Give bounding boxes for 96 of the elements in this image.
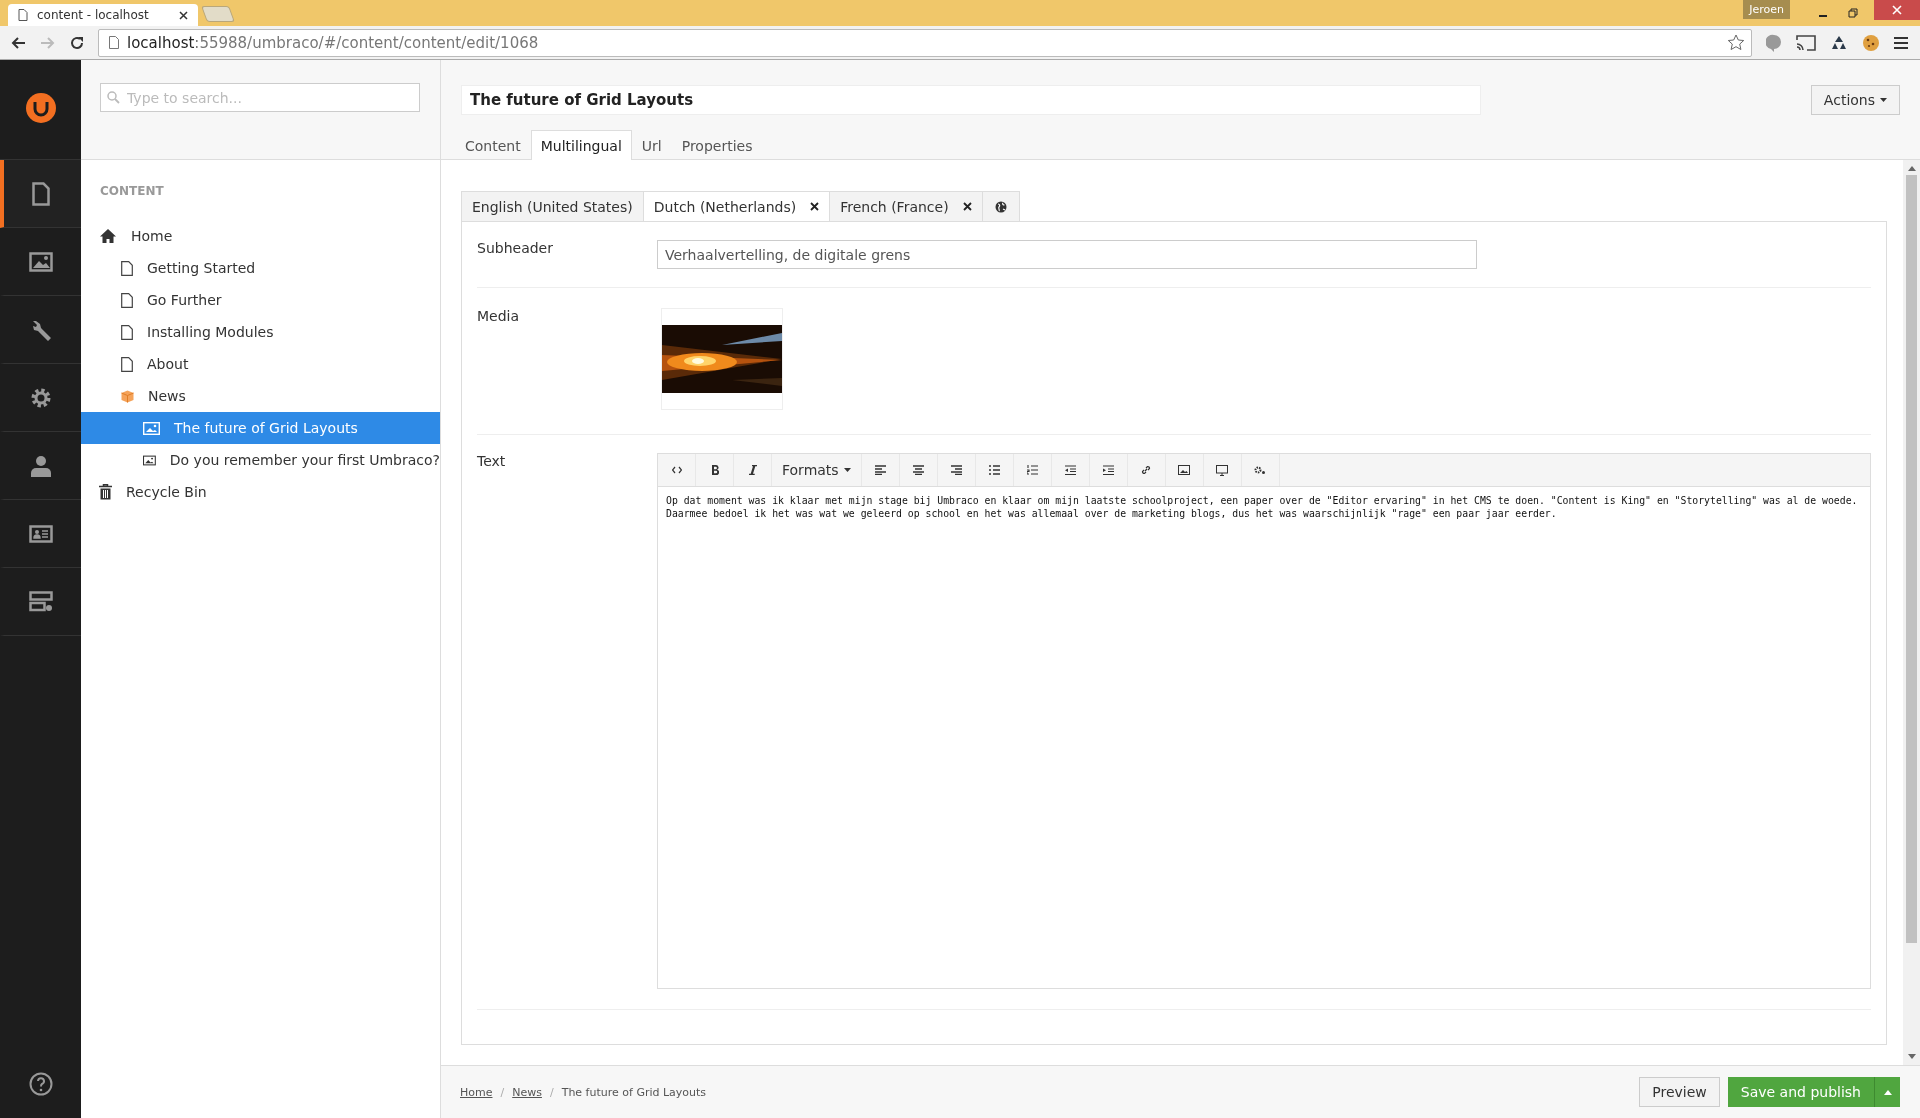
speech-bubble-icon[interactable] [1766, 33, 1782, 52]
restore-icon[interactable] [1848, 8, 1858, 18]
name-field[interactable]: The future of Grid Layouts [461, 85, 1481, 115]
tree-item[interactable]: The future of Grid Layouts [81, 412, 440, 444]
align-right-icon [950, 465, 962, 475]
browser-tab[interactable]: content - localhost [8, 4, 198, 26]
property-label: Media [477, 308, 521, 326]
monitor-icon [1216, 464, 1229, 476]
gears-icon [1254, 465, 1267, 475]
image-icon [28, 251, 53, 272]
cast-icon[interactable] [1796, 34, 1816, 51]
tab[interactable]: Properties [671, 130, 763, 160]
tree-item[interactable]: Do you remember your first Umbraco? [81, 444, 440, 476]
italic-icon [748, 465, 757, 475]
document-icon [18, 9, 28, 21]
search-field[interactable]: Type to search... [100, 83, 420, 112]
scrollbar[interactable] [1903, 160, 1920, 1065]
breadcrumb-separator: / [500, 1085, 505, 1099]
id-card-icon [28, 524, 53, 543]
tab[interactable]: Content [455, 130, 531, 160]
tree-item[interactable]: Getting Started [81, 252, 440, 284]
tree-item[interactable]: Recycle Bin [81, 476, 440, 508]
formats-dropdown[interactable]: Formats [772, 454, 862, 486]
caret-icon [843, 468, 851, 472]
image-icon [1178, 465, 1191, 475]
align-left-icon [874, 465, 886, 475]
breadcrumb-current: The future of Grid Layouts [561, 1085, 707, 1099]
breadcrumb-separator: / [549, 1085, 554, 1099]
add-language-button[interactable] [981, 191, 1020, 221]
publish-options-button[interactable] [1874, 1077, 1900, 1107]
logo[interactable] [25, 92, 56, 123]
indent-icon [1102, 465, 1114, 475]
scroll-down-icon[interactable] [1907, 1054, 1916, 1060]
bold-icon [710, 465, 719, 475]
language-label: French (France) [840, 198, 949, 215]
close-icon[interactable] [179, 10, 188, 20]
trash-icon [99, 484, 112, 500]
language-tab[interactable]: Dutch (Netherlands) [642, 191, 830, 221]
tree-item[interactable]: News [81, 380, 440, 412]
language-tab[interactable]: French (France) [829, 191, 982, 221]
close-icon [1892, 5, 1902, 15]
code-icon [671, 466, 682, 474]
user-icon [29, 454, 52, 477]
document-icon [31, 181, 50, 206]
settings-icon [29, 386, 52, 409]
image-icon [143, 421, 160, 435]
section-tab[interactable] [0, 160, 81, 228]
document-icon [121, 324, 133, 340]
breadcrumb-link[interactable]: Home [460, 1085, 493, 1099]
link-icon [1141, 465, 1152, 475]
language-label: Dutch (Netherlands) [653, 198, 797, 215]
close-icon[interactable] [962, 202, 972, 211]
actions-button[interactable]: Actions [1810, 85, 1900, 115]
bullet-list-icon [988, 465, 1000, 475]
close-window-button[interactable] [1874, 0, 1920, 20]
language-label: English (United States) [472, 198, 633, 215]
document-icon [121, 292, 133, 308]
tab[interactable]: Multilingual [530, 130, 632, 160]
tree-item[interactable]: Go Further [81, 284, 440, 316]
tree-item[interactable]: Installing Modules [81, 316, 440, 348]
tab[interactable]: Url [631, 130, 672, 160]
caret-icon [1880, 98, 1887, 102]
menu-icon[interactable] [1894, 35, 1908, 50]
close-icon[interactable] [810, 202, 820, 211]
property-label: Text [477, 453, 507, 471]
property-label: Subheader [477, 240, 554, 258]
scroll-up-icon[interactable] [1907, 165, 1916, 171]
breadcrumb-link[interactable]: News [512, 1085, 542, 1099]
document-icon [121, 356, 133, 372]
box-icon [121, 389, 134, 403]
cookie-icon[interactable] [1862, 33, 1880, 52]
preview-button[interactable]: Preview [1639, 1077, 1720, 1107]
tree-item[interactable]: Home [81, 220, 440, 252]
document-icon [121, 260, 133, 276]
server-icon [28, 590, 53, 613]
address-bar[interactable]: localhost:55988/umbraco/#/content/content/edit/1068 [98, 28, 1752, 57]
media-thumbnail[interactable] [661, 308, 783, 410]
numbered-list-icon [1026, 465, 1038, 475]
subheader-field[interactable]: Verhaalvertelling, de digitale grens [657, 240, 1477, 269]
language-tab[interactable]: English (United States) [461, 191, 643, 221]
align-center-icon [912, 465, 924, 475]
paragraph: Op dat moment was ik klaar met mijn stage bij Umbraco en klaar om mijn laatste schoolproject, een paper over de "Editor ervaring" in het CMS te doen. "Content is King" en "Storytelling" was al de woede. Daarmee bedoel ik het was wat we geleerd op school en het was allemaal over de marketing blogs, dus het was waarschijnlijk "rage" een paar jaar eerder. [666, 495, 1859, 521]
globe-icon [994, 200, 1007, 213]
home-icon [99, 228, 117, 244]
star-icon[interactable] [1727, 34, 1745, 51]
image-icon [143, 453, 156, 467]
search-icon [107, 91, 120, 104]
outdent-icon [1064, 465, 1076, 475]
tab-title: content - localhost [37, 8, 150, 22]
reload-icon[interactable] [70, 35, 84, 50]
tree-item[interactable]: About [81, 348, 440, 380]
back-icon[interactable] [10, 35, 26, 50]
tree-heading: CONTENT [99, 184, 165, 200]
caret-icon [1883, 1089, 1892, 1095]
help-icon[interactable] [28, 1072, 53, 1096]
page-icon [109, 36, 119, 49]
